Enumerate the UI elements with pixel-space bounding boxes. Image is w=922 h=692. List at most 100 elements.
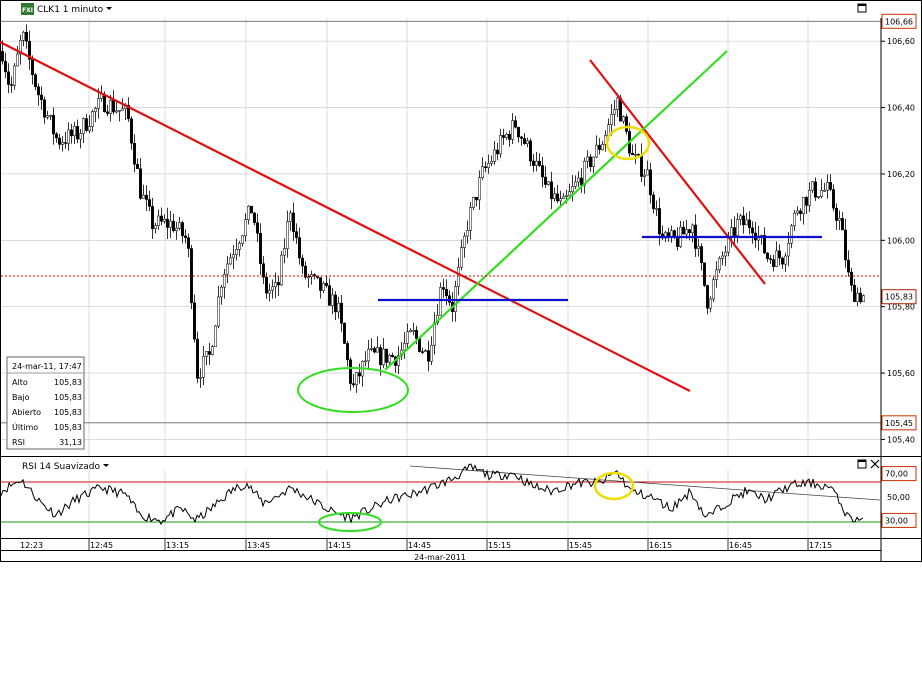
candle-body: [640, 154, 643, 177]
candle-body: [751, 227, 754, 234]
candle-body: [613, 109, 616, 115]
candle-body: [817, 196, 820, 198]
y-tick-label: 106,40: [887, 104, 915, 113]
candle-body: [322, 283, 325, 291]
candle-body: [742, 215, 745, 226]
candle-body: [520, 136, 523, 139]
candle-body: [844, 229, 847, 261]
candle-body: [736, 219, 739, 236]
candle-body: [292, 212, 295, 232]
candle-body: [250, 205, 253, 214]
candle-body: [463, 235, 466, 248]
candle-body: [457, 266, 460, 287]
candle-body: [787, 243, 790, 257]
candle-body: [385, 348, 388, 363]
candle-body: [151, 206, 154, 229]
candle-body: [97, 98, 100, 109]
candle-body: [268, 289, 271, 294]
candle-body: [685, 229, 688, 235]
candle-body: [49, 114, 52, 117]
candle-body: [622, 116, 625, 122]
candle-body: [139, 168, 142, 199]
rsi-y-tick-label: 30,00: [885, 516, 908, 525]
candle-body: [595, 144, 598, 158]
candle-body: [4, 60, 7, 73]
candle-body: [493, 149, 496, 162]
candle-body: [517, 126, 520, 138]
candle-body: [721, 255, 724, 259]
candle-body: [583, 160, 586, 186]
candle-body: [235, 249, 238, 255]
candle-body: [670, 230, 673, 237]
info-row-label: Bajo: [12, 393, 30, 402]
x-tick-label: 12:45: [90, 541, 113, 550]
candle-body: [40, 94, 43, 101]
candle-body: [67, 129, 70, 144]
candle-body: [649, 169, 652, 196]
candle-body: [376, 347, 379, 353]
candle-body: [91, 111, 94, 127]
candle-body: [682, 226, 685, 235]
candle-body: [442, 287, 445, 290]
info-row-value: 105,83: [54, 408, 82, 417]
candle-body: [820, 190, 823, 197]
candle-body: [562, 196, 565, 199]
candle-body: [280, 254, 283, 286]
candle-body: [118, 109, 121, 112]
candle-body: [184, 235, 187, 238]
candle-body: [337, 302, 340, 313]
candle-body: [1, 50, 4, 62]
info-row-value: 105,83: [54, 393, 82, 402]
candle-body: [433, 322, 436, 346]
candle-body: [511, 120, 514, 140]
symbol-dropdown[interactable]: CLK1 1 minuto: [37, 5, 104, 15]
candle-body: [568, 191, 571, 197]
candle-body: [256, 222, 259, 234]
candle-body: [829, 181, 832, 190]
candle-body: [856, 292, 859, 302]
candle-body: [544, 176, 547, 185]
candle-body: [289, 212, 292, 222]
candle-body: [460, 247, 463, 268]
y-tick-label: 106,00: [887, 236, 915, 245]
x-tick-label: 16:45: [729, 541, 752, 550]
candle-body: [106, 111, 109, 114]
candle-body: [802, 197, 805, 214]
x-tick-label: 13:45: [247, 541, 270, 550]
candle-body: [667, 232, 670, 237]
candle-body: [469, 207, 472, 231]
info-row-value: 31,13: [59, 438, 82, 447]
rsi-y-tick-label: 70,00: [885, 470, 908, 479]
candle-body: [589, 156, 592, 167]
candle-body: [169, 220, 172, 228]
info-box: 24-mar-11, 17:47 Alto 105,83 Bajo 105,83 Abie…: [6, 356, 85, 450]
candle-body: [109, 100, 112, 114]
candle-body: [274, 282, 277, 288]
candle-body: [331, 294, 334, 306]
candle-body: [259, 233, 262, 264]
candle-body: [832, 189, 835, 209]
candle-body: [724, 251, 727, 257]
candle-body: [277, 282, 280, 286]
candle-body: [238, 243, 241, 250]
candle-body: [271, 286, 274, 291]
candle-body: [580, 177, 583, 186]
candle-body: [793, 212, 796, 227]
candle-body: [181, 222, 184, 237]
candle-body: [217, 296, 220, 327]
candle-body: [496, 149, 499, 155]
candle-body: [655, 208, 658, 210]
candle-body: [514, 120, 517, 128]
candle-body: [805, 197, 808, 206]
candle-body: [730, 227, 733, 237]
candle-body: [220, 286, 223, 298]
info-row-label: Abierto: [12, 408, 41, 417]
candle-body: [157, 215, 160, 227]
candle-body: [208, 351, 211, 355]
candle-body: [349, 359, 352, 384]
price-badge-label: 106,66: [885, 17, 913, 26]
candle-body: [136, 163, 139, 169]
candle-body: [199, 377, 202, 379]
candle-body: [121, 108, 124, 111]
candle-body: [841, 218, 844, 231]
